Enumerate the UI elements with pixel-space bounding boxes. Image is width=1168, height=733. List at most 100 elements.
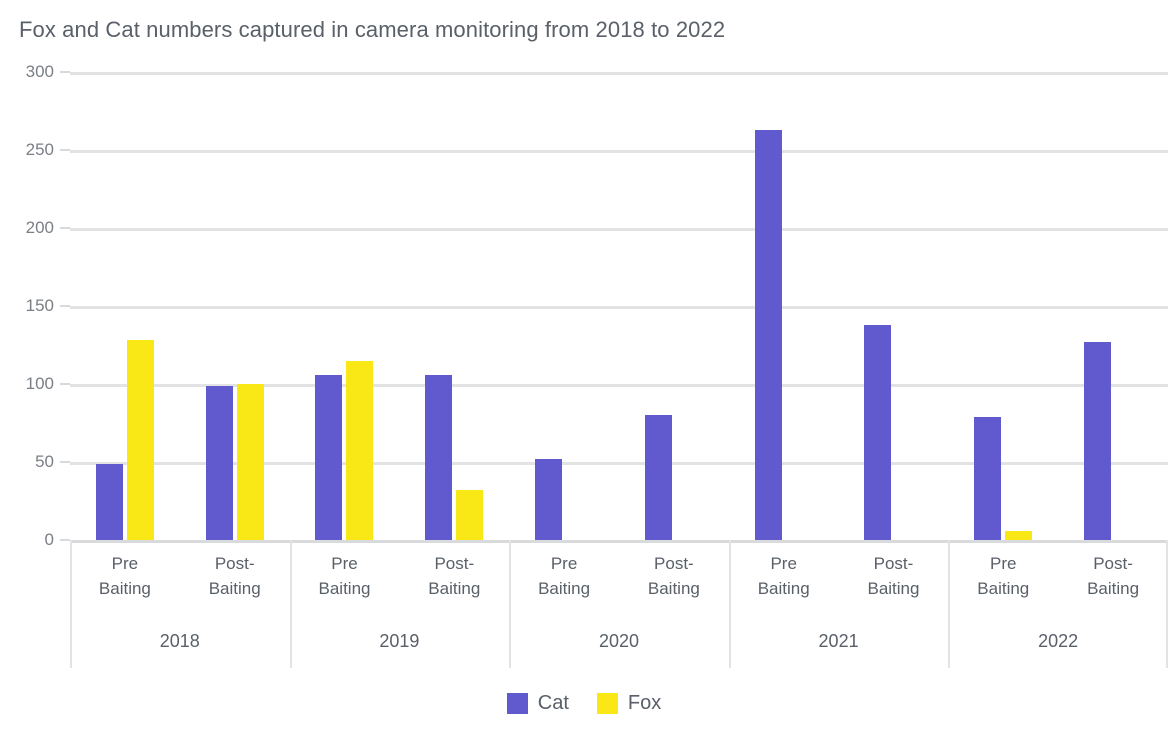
phase-group — [839, 72, 949, 540]
y-axis-tick-mark — [60, 71, 70, 73]
phase-label-line2: Baiting — [318, 578, 371, 598]
legend-item[interactable]: Fox — [596, 692, 662, 715]
x-axis-phase-label: Pre Baiting — [509, 552, 619, 601]
phase-label-line1: Pre — [331, 554, 358, 573]
bar-cat[interactable] — [1084, 341, 1112, 540]
phase-label-line2: Baiting — [538, 578, 591, 598]
y-axis-tick-mark — [60, 461, 70, 463]
phase-group — [509, 72, 619, 540]
x-axis-year-label: 2019 — [379, 630, 420, 651]
phase-group — [70, 72, 180, 540]
chart-title: Fox and Cat numbers captured in camera m… — [19, 17, 726, 42]
x-axis-phase-row: Pre Baiting Post- Baiting — [509, 540, 729, 614]
year-group — [729, 72, 949, 540]
phase-label-line2: Baiting — [98, 578, 151, 598]
x-axis-year-label: 2021 — [818, 630, 859, 651]
bar-cat[interactable] — [535, 458, 563, 540]
y-axis-tick-label: 200 — [25, 218, 54, 237]
x-axis-year-label: 2022 — [1038, 630, 1079, 651]
phase-group — [619, 72, 729, 540]
phase-label-line2: Baiting — [1087, 578, 1140, 598]
phase-label-line1: Post- — [873, 554, 914, 573]
bar-groups — [70, 72, 1168, 540]
bar-cat[interactable] — [425, 374, 453, 540]
x-axis-phase-label: Pre Baiting — [729, 552, 839, 601]
phase-label-line2: Baiting — [757, 578, 810, 598]
x-axis-year-cell: Pre Baiting Post- Baiting 2021 — [728, 540, 949, 668]
x-axis-year-cell: Pre Baiting Post- Baiting 2020 — [509, 540, 729, 668]
plot-area: 0 50 100 150 200 250 300 — [0, 62, 1168, 552]
bar-fox[interactable] — [126, 340, 154, 540]
phase-label-line1: Post- — [434, 554, 475, 573]
x-axis-phase-label: Post- Baiting — [1058, 552, 1168, 601]
phase-label-line2: Baiting — [428, 578, 481, 598]
y-axis-tick-mark — [60, 227, 70, 229]
phase-label-line1: Post- — [214, 554, 255, 573]
phase-group — [180, 72, 290, 540]
bar-fox[interactable] — [456, 490, 484, 540]
phase-group — [948, 72, 1058, 540]
y-axis-tick-label: 50 — [35, 452, 54, 471]
phase-label-line1: Post- — [654, 554, 694, 573]
phase-group — [290, 72, 400, 540]
bar-cat[interactable] — [864, 324, 892, 540]
bar-fox[interactable] — [346, 360, 374, 540]
x-axis-phase-label: Pre Baiting — [70, 552, 180, 601]
phase-label-line1: Post- — [1093, 554, 1133, 573]
bar-cat[interactable] — [315, 374, 343, 540]
x-axis-phase-row: Pre Baiting Post- Baiting — [948, 540, 1168, 614]
x-axis-year-cell: Pre Baiting Post- Baiting 2022 — [948, 540, 1168, 668]
bar-cat[interactable] — [754, 129, 782, 540]
x-axis-phase-label: Pre Baiting — [948, 552, 1058, 601]
x-axis-phase-label: Pre Baiting — [290, 552, 400, 601]
x-axis-year-label: 2020 — [598, 630, 639, 651]
bar-fox[interactable] — [236, 384, 264, 540]
x-axis-phase-label: Post- Baiting — [619, 552, 729, 601]
bar-fox[interactable] — [1005, 530, 1033, 540]
x-axis-year-cell: Pre Baiting Post- Baiting 2019 — [289, 540, 510, 668]
year-group — [70, 72, 290, 540]
y-axis-tick-mark — [60, 539, 70, 541]
year-group — [509, 72, 729, 540]
y-axis-tick-mark — [60, 149, 70, 151]
bar-cat[interactable] — [205, 385, 233, 540]
x-axis-year-cell: Pre Baiting Post- Baiting 2018 — [70, 540, 290, 668]
legend-item[interactable]: Cat — [506, 692, 569, 715]
phase-group — [399, 72, 509, 540]
phase-label-line1: Pre — [111, 554, 139, 573]
y-axis: 0 50 100 150 200 250 300 — [0, 62, 70, 552]
legend-label: Fox — [627, 692, 662, 714]
bar-cat[interactable] — [644, 415, 672, 540]
phase-label-line1: Pre — [990, 554, 1017, 573]
x-axis-phase-row: Pre Baiting Post- Baiting — [70, 540, 290, 614]
y-axis-tick-label: 150 — [25, 296, 54, 315]
y-axis-tick-mark — [60, 305, 70, 307]
y-axis-tick-label: 100 — [25, 374, 54, 393]
bar-cat[interactable] — [95, 463, 123, 540]
chart-container: Fox and Cat numbers captured in camera m… — [0, 0, 1168, 733]
y-axis-tick-label: 300 — [25, 62, 54, 81]
legend-label: Cat — [537, 692, 569, 714]
legend-swatch-icon — [506, 693, 528, 714]
bar-cat[interactable] — [974, 416, 1002, 540]
y-axis-tick-label: 0 — [44, 530, 54, 549]
phase-group — [729, 72, 839, 540]
x-axis-phase-label: Post- Baiting — [839, 552, 949, 601]
y-axis-tick-label: 250 — [25, 140, 54, 159]
phase-label-line2: Baiting — [647, 578, 700, 598]
phase-group — [1058, 72, 1168, 540]
phase-label-line2: Baiting — [977, 578, 1030, 598]
chart-legend: Cat Fox — [0, 692, 1168, 715]
x-axis: Pre Baiting Post- Baiting 2018 Pre Baiting Post… — [70, 540, 1168, 668]
x-axis-phase-label: Post- Baiting — [399, 552, 509, 601]
x-axis-phase-label: Post- Baiting — [180, 552, 290, 601]
year-group — [290, 72, 510, 540]
phase-label-line1: Pre — [770, 554, 797, 573]
legend-swatch-icon — [596, 693, 618, 714]
x-axis-phase-row: Pre Baiting Post- Baiting — [729, 540, 949, 614]
phase-label-line2: Baiting — [208, 578, 261, 598]
year-group — [948, 72, 1168, 540]
phase-label-line2: Baiting — [867, 578, 920, 598]
y-axis-tick-mark — [60, 383, 70, 385]
phase-label-line1: Pre — [550, 554, 578, 573]
